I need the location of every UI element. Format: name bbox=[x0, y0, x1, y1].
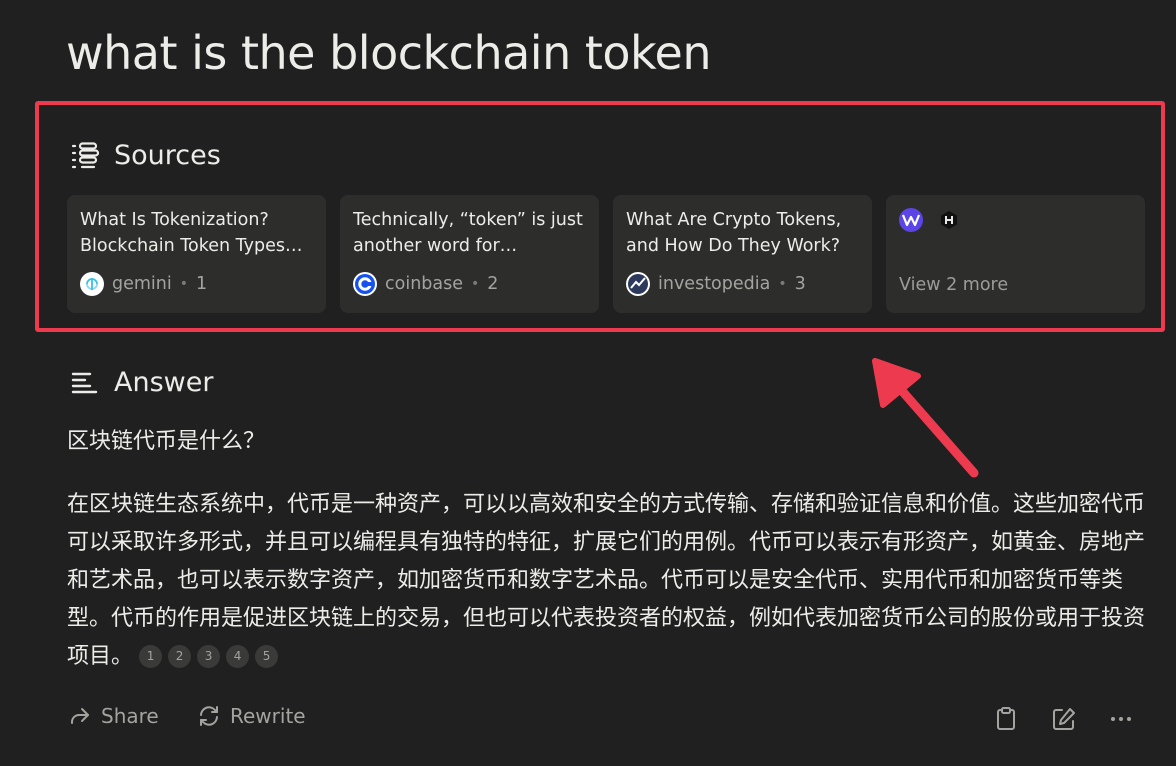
answer-icon bbox=[70, 368, 100, 398]
citation-badge[interactable]: 4 bbox=[226, 644, 250, 668]
share-button[interactable]: Share bbox=[68, 704, 159, 728]
share-icon bbox=[71, 708, 89, 724]
answer-heading: Answer bbox=[114, 367, 214, 398]
edit-icon[interactable] bbox=[1051, 706, 1077, 736]
citation-badge[interactable]: 2 bbox=[168, 644, 192, 668]
more-icon[interactable] bbox=[1109, 708, 1133, 734]
citation-badge[interactable]: 1 bbox=[139, 644, 163, 668]
clipboard-icon[interactable] bbox=[994, 706, 1018, 736]
share-label: Share bbox=[101, 704, 159, 728]
citation-badge[interactable]: 5 bbox=[255, 644, 279, 668]
rewrite-icon bbox=[200, 706, 218, 726]
answer-header: Answer bbox=[70, 367, 213, 398]
answer-question: 区块链代币是什么？ bbox=[67, 429, 266, 454]
rewrite-label: Rewrite bbox=[230, 704, 306, 728]
rewrite-button[interactable]: Rewrite bbox=[197, 704, 306, 728]
citation-badge[interactable]: 3 bbox=[197, 644, 221, 668]
answer-body: 在区块链生态系统中，代币是一种资产，可以以高效和安全的方式传输、存储和验证信息和… bbox=[67, 486, 1147, 676]
page: what is the blockchain token Sources Wha… bbox=[0, 0, 1176, 766]
answer-paragraph: 在区块链生态系统中，代币是一种资产，可以以高效和安全的方式传输、存储和验证信息和… bbox=[67, 492, 1146, 669]
